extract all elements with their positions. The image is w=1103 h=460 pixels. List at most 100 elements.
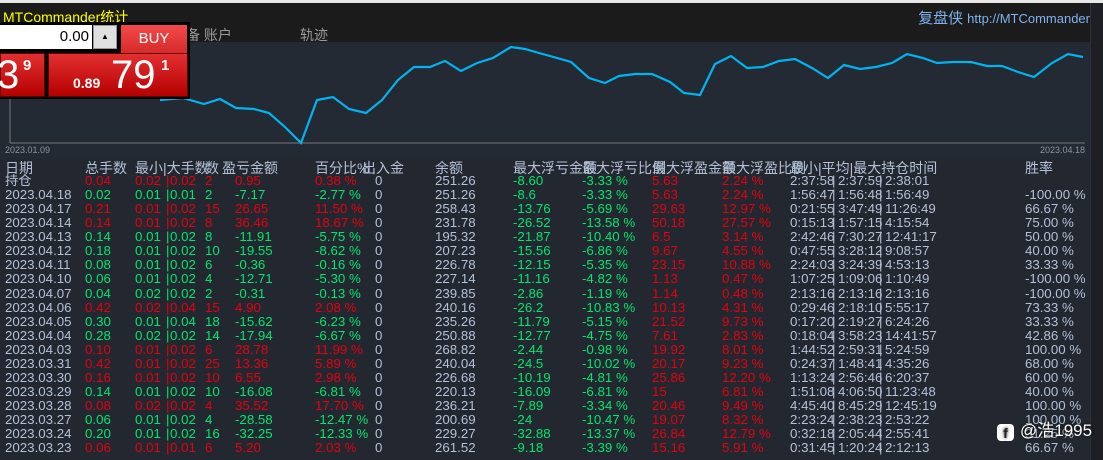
max-floating-loss-pct: -5.35 % (582, 257, 628, 273)
lot-size-input[interactable]: 0.00 (0, 25, 92, 49)
max-floating-profit: 5.63 (652, 187, 678, 203)
lot-up-arrow-icon[interactable]: ▲ (93, 25, 117, 49)
avg-hold-time: 1:56:48 (838, 187, 883, 203)
separator: | (879, 384, 883, 400)
avg-hold-time: 2:37:59 (838, 173, 883, 188)
max-lot: 0.02 (170, 398, 196, 414)
separator: | (166, 215, 170, 231)
balance: 268.82 (435, 341, 476, 357)
table-row[interactable]: 2023.04.05 0.30 0.01 0.04 18 -15.62 -6.23 % 0 23… (0, 314, 1090, 329)
profit-percent: 11.50 % (315, 201, 363, 217)
table-row[interactable]: 2023.03.29 0.14 0.01 0.02 10 -16.08 -6.81 % 0 22… (0, 385, 1090, 399)
separator: | (166, 384, 170, 400)
max-hold-time: 11:26:49 (885, 201, 936, 217)
min-lot: 0.01 (135, 440, 161, 456)
table-row[interactable]: 2023.04.11 0.08 0.01 0.02 6 -0.36 -0.16 % 0 226.… (0, 258, 1090, 272)
profit-percent: 5.89 % (315, 355, 357, 371)
date: 2023.04.03 (5, 341, 72, 357)
max-floating-loss: -10.19 (513, 369, 551, 385)
total-lots: 0.16 (85, 369, 111, 385)
trade-count: 4 (205, 271, 213, 287)
table-row[interactable]: 2023.04.04 0.28 0.02 0.02 14 -17.94 -6.67 % 0 25… (0, 327, 1090, 343)
separator: | (166, 243, 170, 259)
min-hold-time: 4:45:40 (790, 398, 835, 414)
min-lot: 0.01 (135, 426, 161, 442)
min-lot: 0.02 (135, 327, 161, 343)
profit-amount: 26.65 (235, 201, 269, 217)
max-floating-profit: 6.5 (652, 229, 671, 245)
table-row[interactable]: 2023.04.18 0.02 0.01 0.01 2 -7.17 -2.77 % 0 251.… (0, 188, 1090, 202)
max-hold-time: 11:23:48 (885, 384, 936, 400)
max-floating-profit: 15.16 (652, 440, 686, 456)
table-row[interactable]: 2023.03.23 0.06 0.01 0.01 6 5.20 2.03 % 0 261.52… (0, 441, 1090, 455)
table-row[interactable]: 持仓 0.04 0.02 0.02 2 0.95 0.38 % 0 251.26 -8.60 -3.… (0, 174, 1090, 188)
trade-count: 4 (205, 412, 213, 428)
balance: 258.43 (435, 201, 476, 217)
table-row[interactable]: 2023.04.17 0.21 0.01 0.02 15 26.65 11.50 % 0 258… (0, 202, 1090, 216)
max-lot: 0.02 (170, 229, 196, 245)
max-floating-loss-pct: -5.69 % (582, 201, 628, 217)
deposit-withdrawal: 0 (375, 355, 383, 371)
date: 2023.03.24 (5, 426, 72, 442)
max-hold-time: 5:55:17 (885, 299, 930, 315)
max-floating-loss-pct: -6.81 % (582, 384, 628, 400)
separator: | (166, 327, 170, 343)
max-floating-profit: 15 (652, 384, 667, 400)
table-row[interactable]: 2023.04.14 0.14 0.01 0.02 8 36.46 18.67 % 0 231.… (0, 216, 1090, 230)
trade-count: 8 (205, 215, 213, 231)
profit-amount: 13.36 (235, 355, 269, 371)
trade-count: 25 (205, 355, 220, 371)
table-row[interactable]: 2023.03.30 0.16 0.01 0.02 10 6.55 2.98 % 0 226.6… (0, 369, 1090, 385)
max-lot: 0.02 (170, 327, 196, 343)
min-hold-time: 0:18:04 (790, 327, 835, 343)
table-row[interactable]: 2023.04.12 0.18 0.01 0.02 10 -19.55 -8.62 % 0 20… (0, 244, 1090, 258)
max-hold-time: 2:12:13 (885, 440, 930, 456)
sell-price-button[interactable]: 3 9 (0, 53, 45, 97)
max-floating-loss-pct: -3.39 % (582, 440, 628, 456)
separator: | (832, 426, 836, 442)
table-row[interactable]: 2023.04.13 0.14 0.01 0.02 8 -11.91 -5.75 % 0 195… (0, 230, 1090, 244)
max-floating-profit: 29.63 (652, 201, 686, 217)
max-lot: 0.02 (170, 355, 196, 371)
separator: | (832, 229, 836, 245)
max-lot: 0.02 (170, 215, 196, 231)
table-row[interactable]: 2023.03.24 0.20 0.01 0.02 16 -32.25 -12.33 % 0 2… (0, 427, 1090, 441)
date: 2023.04.10 (5, 271, 72, 287)
brand-url: http://MTCommander (967, 11, 1090, 26)
avg-hold-time: 2:05:44 (838, 426, 883, 442)
trade-panel: 0.00 ▲ BUY 3 9 0.89 79 1 (0, 22, 190, 99)
total-lots: 0.14 (85, 229, 111, 245)
profit-amount: 5.20 (235, 440, 261, 456)
table-row[interactable]: 2023.03.28 0.08 0.02 0.02 4 35.52 17.70 % 0 236.… (0, 399, 1090, 413)
profit-amount: -32.25 (235, 426, 273, 442)
table-row[interactable]: 2023.04.03 0.10 0.01 0.02 6 28.78 11.99 % 0 268.… (0, 341, 1090, 357)
total-lots: 0.14 (85, 215, 111, 231)
max-floating-loss: -8.60 (513, 173, 544, 188)
separator: | (832, 327, 836, 343)
avg-hold-time: 2:38:23 (838, 412, 883, 428)
min-hold-time: 1:07:25 (790, 271, 835, 287)
deposit-withdrawal: 0 (375, 173, 383, 188)
buy-button[interactable]: BUY (121, 25, 187, 53)
table-row[interactable]: 2023.03.27 0.06 0.01 0.02 4 -28.58 -12.47 % 0 20… (0, 413, 1090, 427)
buy-price-button[interactable]: 0.89 79 1 (48, 53, 188, 97)
win-rate: 40.00 % (1025, 384, 1074, 400)
trade-count: 15 (205, 201, 220, 217)
max-floating-profit-pct: 4.55 % (722, 243, 764, 259)
table-row[interactable]: 2023.04.07 0.04 0.02 0.02 2 -0.31 -0.13 % 0 239.… (0, 286, 1090, 301)
table-row[interactable]: 2023.03.31 0.42 0.01 0.02 25 13.36 5.89 % 0 240.… (0, 355, 1090, 371)
max-lot: 0.02 (170, 426, 196, 442)
deposit-withdrawal: 0 (375, 412, 383, 428)
balance: 226.68 (435, 369, 476, 385)
total-lots: 0.21 (85, 201, 111, 217)
brand-name: 复盘侠 (918, 10, 964, 27)
separator: | (879, 229, 883, 245)
table-row[interactable]: 2023.04.10 0.06 0.01 0.02 4 -12.71 -5.30 % 0 227… (0, 272, 1090, 286)
separator: | (166, 398, 170, 414)
table-row[interactable]: 2023.04.06 0.42 0.02 0.04 15 4.90 2.08 % 0 240.1… (0, 299, 1090, 315)
brand-link[interactable]: 复盘侠 http://MTCommander (918, 7, 1090, 28)
profit-percent: -12.33 % (315, 426, 369, 442)
profit-percent: -2.77 % (315, 187, 361, 203)
scrollbar[interactable] (1090, 3, 1103, 460)
separator: | (832, 187, 836, 203)
